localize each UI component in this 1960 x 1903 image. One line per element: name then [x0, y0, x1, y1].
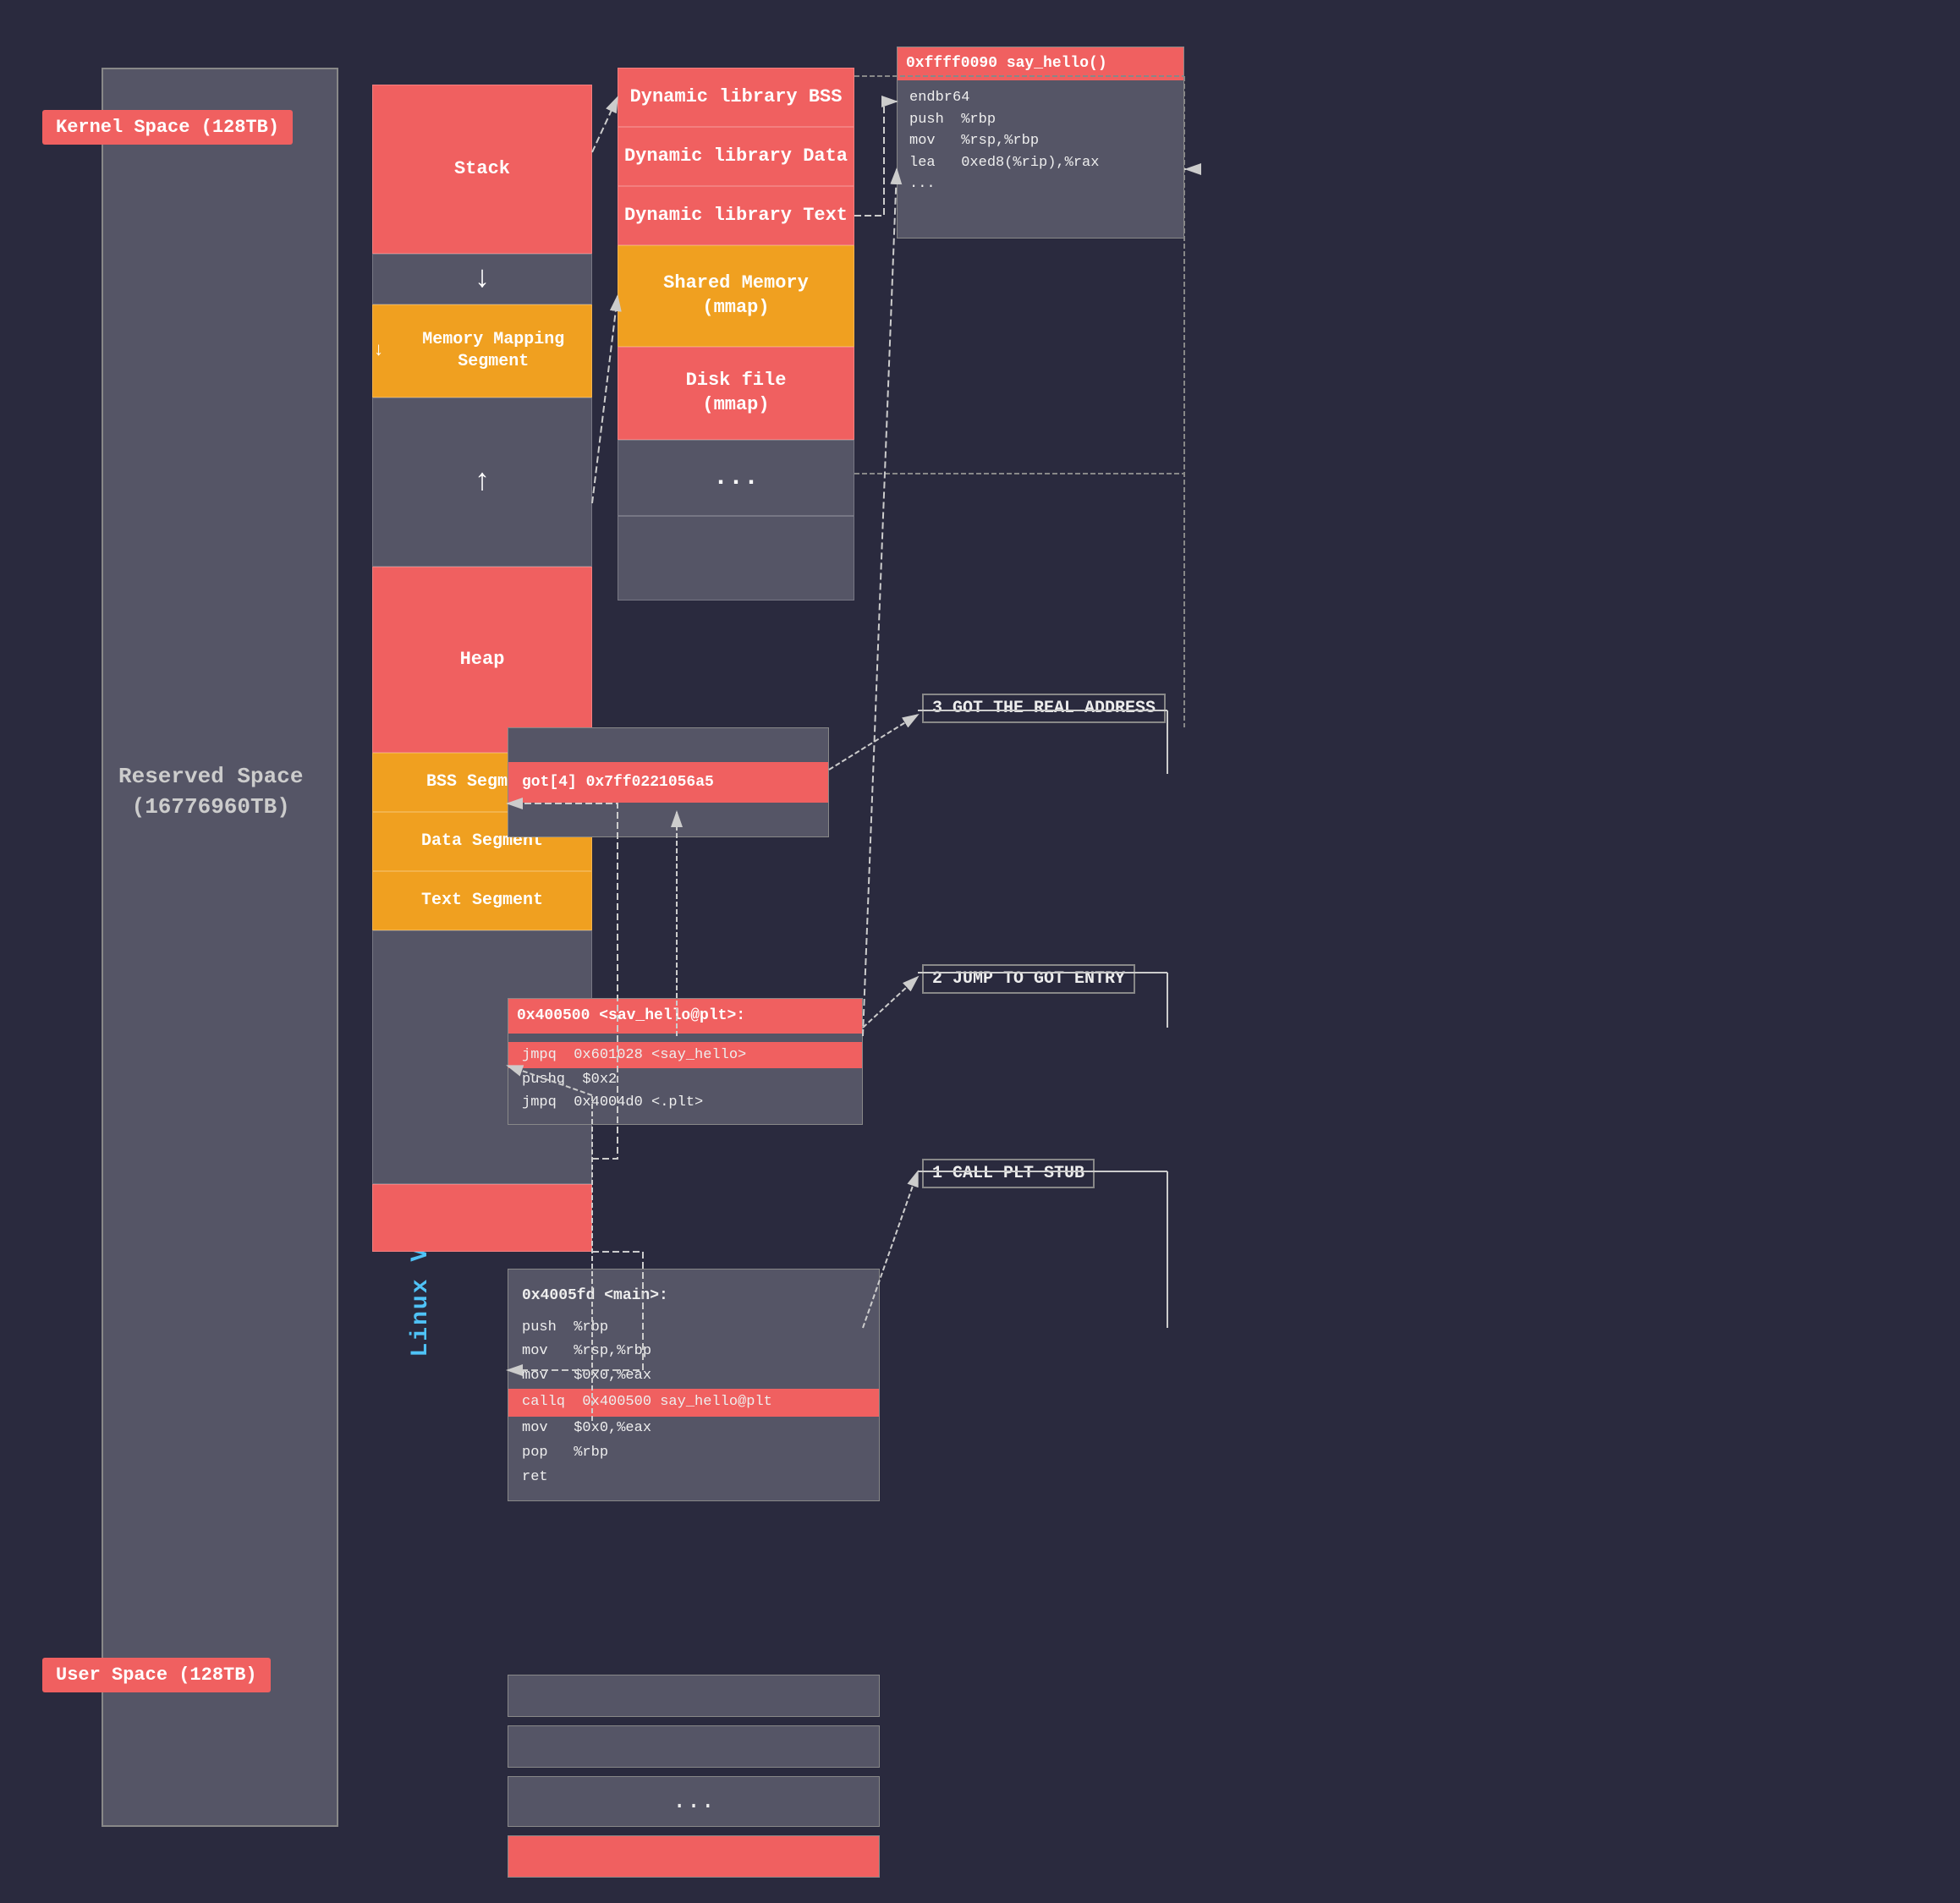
reserved-space-label: Reserved Space(16776960TB) — [118, 761, 303, 823]
bottom-dots-box1 — [508, 1675, 880, 1717]
plt-line1: jmpq 0x601028 <say_hello> — [508, 1042, 862, 1068]
plt-line2: pushq $0x2 — [522, 1068, 848, 1091]
got-footer — [508, 803, 828, 836]
plt-box: 0x400500 <sav_hello@plt>: jmpq 0x601028 … — [508, 998, 863, 1125]
diagram-container: Linux Virtual Memroy Address Space Divis… — [0, 0, 1960, 1903]
main-line3: mov $0x0,%eax — [522, 1364, 865, 1389]
stack-segment: Stack — [372, 85, 592, 254]
plt-line3: jmpq 0x4004d0 <.plt> — [522, 1091, 848, 1114]
got-header — [508, 728, 828, 762]
main-code-box: 0x4005fd <main>: push %rbp mov %rsp,%rbp… — [508, 1269, 880, 1501]
bottom-dots-box2 — [508, 1725, 880, 1768]
user-space-label: User Space (128TB) — [42, 1658, 271, 1692]
detail-column: Dynamic library BSS Dynamic library Data… — [618, 68, 854, 601]
dylib-code-line2: push %rbp — [909, 109, 1172, 131]
main-line7: ret — [522, 1466, 865, 1490]
plt-header: 0x400500 <sav_hello@plt>: — [508, 999, 862, 1034]
heap-segment: Heap — [372, 567, 592, 753]
dylib-code-line4: lea 0xed8(%rip),%rax — [909, 152, 1172, 174]
gap1: ↓ — [372, 254, 592, 304]
detail-gap — [618, 516, 854, 601]
mmap-segment: ↓ Memory Mapping Segment — [372, 304, 592, 398]
dylib-code-header: 0xffff0090 say_hello() — [898, 47, 1183, 80]
main-line4-highlight: callq 0x400500 say_hello@plt — [508, 1389, 879, 1417]
shared-mem-block: Shared Memory(mmap) — [618, 245, 854, 347]
dylib-code-line5: ... — [909, 173, 1172, 195]
dylib-code-line1: endbr64 — [909, 87, 1172, 109]
main-line1: push %rbp — [522, 1316, 865, 1341]
lib-bss-block: Dynamic library BSS — [618, 68, 854, 127]
lib-data-block: Dynamic library Data — [618, 127, 854, 186]
bottom-red — [372, 1184, 592, 1252]
text-segment: Text Segment — [372, 871, 592, 930]
main-code-header: 0x4005fd <main>: — [522, 1280, 865, 1313]
main-line2: mov %rsp,%rbp — [522, 1340, 865, 1364]
annotation-got-real: 3 GOT THE REAL ADDRESS — [922, 694, 1166, 723]
detail-dots: ... — [618, 440, 854, 516]
gap2: ↑ — [372, 398, 592, 567]
got-entry: got[4] 0x7ff0221056a5 — [508, 762, 828, 803]
got-box: got[4] 0x7ff0221056a5 — [508, 727, 829, 837]
bottom-dots-text: ... — [508, 1776, 880, 1827]
main-line6: pop %rbp — [522, 1441, 865, 1466]
annotation-call-plt: 1 CALL PLT STUB — [922, 1159, 1095, 1188]
dylib-code-line3: mov %rsp,%rbp — [909, 130, 1172, 152]
annotation-jump-got: 2 JUMP TO GOT ENTRY — [922, 964, 1135, 994]
kernel-space-label: Kernel Space (128TB) — [42, 110, 293, 145]
main-memory-block — [102, 68, 338, 1827]
main-line5: mov $0x0,%eax — [522, 1417, 865, 1441]
dylib-code-box: 0xffff0090 say_hello() endbr64 push %rbp… — [897, 47, 1184, 239]
bottom-red-box — [508, 1835, 880, 1878]
disk-file-block: Disk file(mmap) — [618, 347, 854, 440]
lib-text-block: Dynamic library Text — [618, 186, 854, 245]
